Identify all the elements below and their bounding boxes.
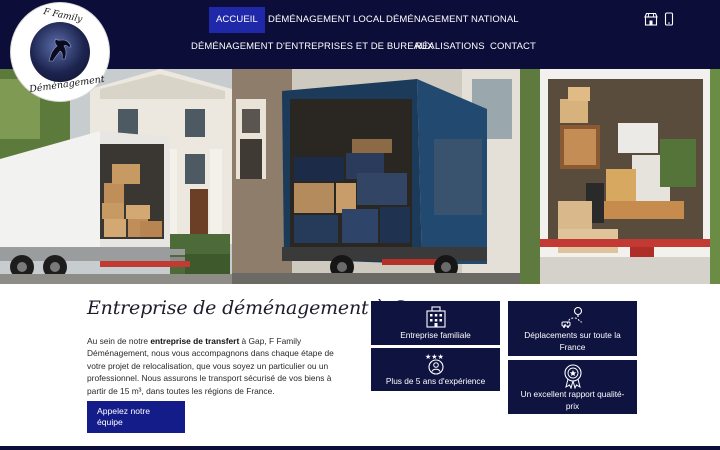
nav-item-contact[interactable]: Contact bbox=[490, 34, 536, 60]
intro-text-bold: entreprise de transfert bbox=[150, 336, 240, 346]
store-icon[interactable] bbox=[644, 12, 658, 26]
nav-item-demenagement-national[interactable]: Déménagement national bbox=[386, 7, 519, 33]
feature-card-family: Entreprise familiale bbox=[371, 301, 500, 345]
call-team-button[interactable]: Appelez notre équipe bbox=[87, 401, 185, 433]
company-logo[interactable]: F Family Déménagement bbox=[11, 3, 109, 101]
intro-text-start: Au sein de notre bbox=[87, 336, 151, 346]
hero-banner bbox=[0, 69, 720, 284]
route-icon bbox=[561, 306, 582, 328]
phone-icon[interactable] bbox=[662, 12, 676, 26]
footer-edge bbox=[0, 446, 720, 450]
truck-furniture-panel bbox=[520, 69, 720, 284]
feature-label-france: Déplacements sur toute la France bbox=[524, 330, 621, 352]
feature-label-family: Entreprise familiale bbox=[400, 330, 471, 340]
nav-item-accueil[interactable]: Accueil bbox=[209, 7, 265, 33]
feature-card-experience: ★★★ Plus de 5 ans d'expérience bbox=[371, 348, 500, 391]
horse-icon bbox=[48, 38, 72, 62]
feature-card-france: Déplacements sur toute la France bbox=[508, 301, 637, 356]
nav-item-realisations[interactable]: Réalisations bbox=[415, 34, 485, 60]
stars-user-icon: ★★★ bbox=[425, 353, 443, 375]
intro-paragraph: Au sein de notre entreprise de transfert… bbox=[87, 335, 347, 397]
award-icon bbox=[563, 364, 582, 389]
feature-card-value: Un excellent rapport qualité-prix bbox=[508, 360, 637, 414]
feature-label-value: Un excellent rapport qualité-prix bbox=[520, 389, 625, 411]
nav-item-demenagement-local[interactable]: Déménagement local bbox=[268, 7, 385, 33]
building-icon bbox=[425, 306, 446, 328]
truck-boxes-panel bbox=[232, 69, 520, 284]
feature-label-experience: Plus de 5 ans d'expérience bbox=[385, 376, 486, 386]
nav-item-demenagement-entreprises[interactable]: Déménagement d'entreprises et de bureaux bbox=[191, 34, 433, 60]
truck-house-panel bbox=[0, 69, 232, 284]
